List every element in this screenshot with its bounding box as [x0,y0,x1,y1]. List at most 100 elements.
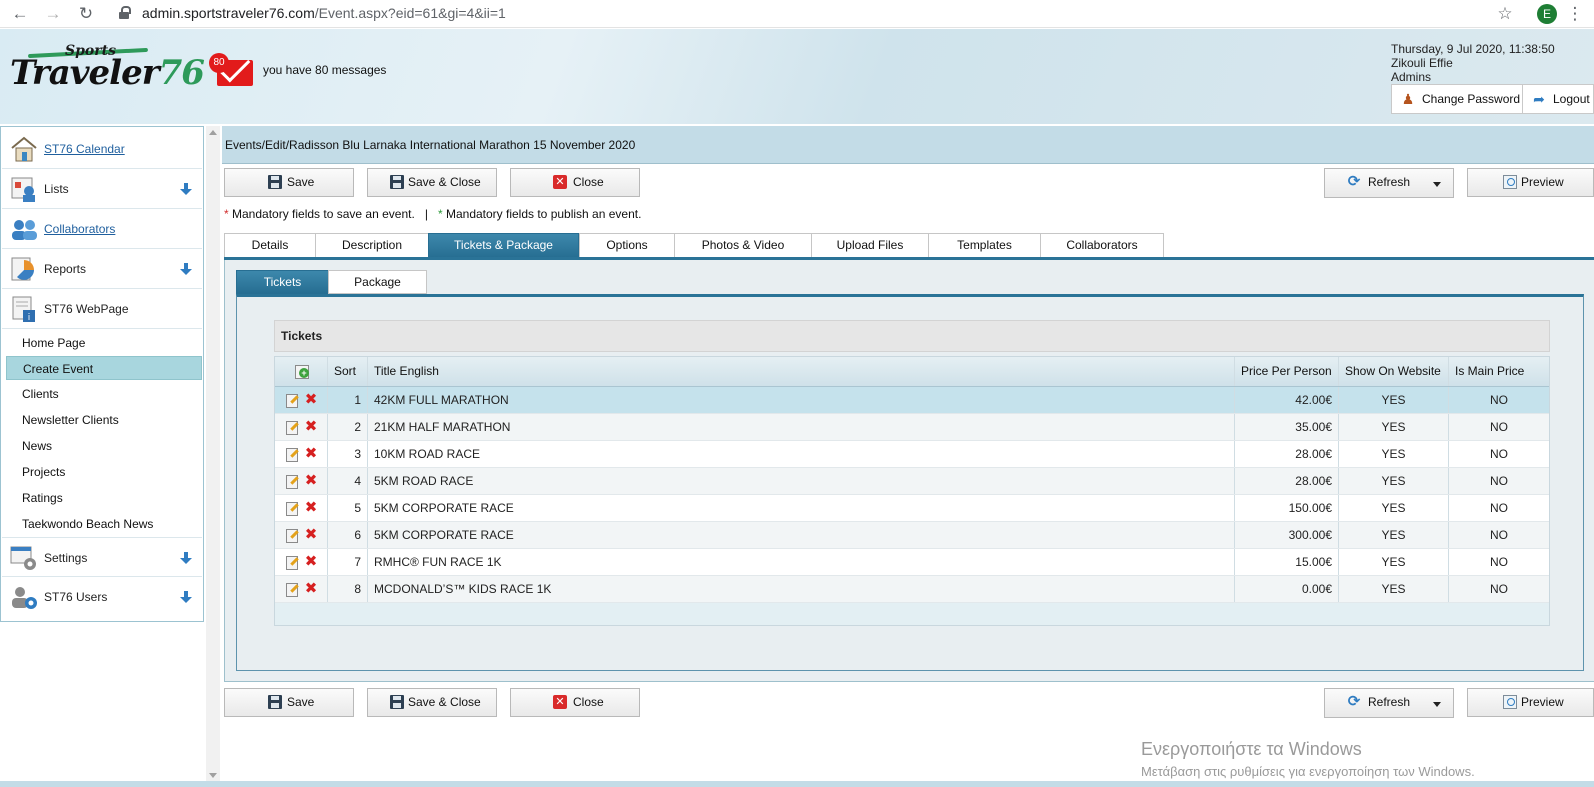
edit-pencil-icon[interactable] [286,556,298,570]
table-row[interactable]: ✖ 3 10KM ROAD RACE 28.00€ YES NO [275,441,1549,468]
sidebar-section-calendar[interactable]: ST76 Calendar [2,129,202,169]
user-key-icon: ♟ [1401,91,1415,107]
main-scrollbar[interactable] [206,126,220,782]
delete-x-icon[interactable]: ✖ [304,446,318,462]
add-ticket-icon[interactable] [295,365,309,379]
edit-pencil-icon[interactable] [286,394,298,408]
sidebar-item-projects[interactable]: Projects [6,460,202,484]
tab-collaborators[interactable]: Collaborators [1040,233,1164,258]
datetime: Thursday, 9 Jul 2020, 11:38:50 [1391,42,1555,56]
sidebar-item-home-page[interactable]: Home Page [6,331,202,355]
save-close-label: Save & Close [408,175,481,189]
sidebar-item-create-event[interactable]: Create Event [6,356,202,380]
sidebar-section-settings[interactable]: Settings [2,537,202,577]
delete-x-icon[interactable]: ✖ [304,581,318,597]
delete-x-icon[interactable]: ✖ [304,554,318,570]
menu-kebab-icon[interactable]: ⋮ [1565,4,1585,24]
refresh-label: Refresh [1368,695,1411,709]
tab-templates[interactable]: Templates [928,233,1041,258]
cell-main: NO [1490,447,1508,461]
refresh-dropdown-caret-icon[interactable] [1433,702,1441,707]
subtab-package[interactable]: Package [328,270,427,294]
subtab-tickets[interactable]: Tickets [236,270,329,294]
delete-x-icon[interactable]: ✖ [304,527,318,543]
expand-arrow-icon[interactable] [180,552,192,564]
forward-icon[interactable]: → [43,4,63,24]
row-actions: ✖ [275,549,328,575]
edit-pencil-icon[interactable] [286,583,298,597]
row-actions: ✖ [275,576,328,602]
row-actions: ✖ [275,387,328,413]
sidebar-item-news[interactable]: News [6,434,202,458]
expand-arrow-icon[interactable] [180,183,192,195]
sidebar-item-ratings[interactable]: Ratings [6,486,202,510]
svg-text:i: i [28,313,31,323]
header-sort[interactable]: Sort [328,357,368,386]
refresh-dropdown-caret-icon[interactable] [1433,182,1441,187]
header-price-per-person[interactable]: Price Per Person [1235,357,1339,386]
sidebar-item-taekwondo-beach-news[interactable]: Taekwondo Beach News [6,512,202,536]
delete-x-icon[interactable]: ✖ [304,500,318,516]
delete-x-icon[interactable]: ✖ [304,419,318,435]
sidebar-section-users[interactable]: ST76 Users [2,577,202,617]
table-row[interactable]: ✖ 4 5KM ROAD RACE 28.00€ YES NO [275,468,1549,495]
settings-icon [10,546,36,570]
scroll-down-icon[interactable] [209,773,217,778]
save-close-button[interactable]: Save & Close [367,168,497,197]
bookmark-star-icon[interactable]: ☆ [1495,4,1515,24]
tab-upload-files[interactable]: Upload Files [811,233,929,258]
sidebar-section-label: ST76 Calendar [44,142,125,156]
edit-pencil-icon[interactable] [286,448,298,462]
cell-price: 150.00€ [1235,495,1339,521]
tab-options[interactable]: Options [579,233,675,258]
sports-traveler-logo[interactable]: Sports Traveler76 [10,43,205,99]
edit-pencil-icon[interactable] [286,529,298,543]
cell-sort: 7 [328,549,368,575]
tab-photos-video[interactable]: Photos & Video [674,233,812,258]
table-row[interactable]: ✖ 6 5KM CORPORATE RACE 300.00€ YES NO [275,522,1549,549]
delete-x-icon[interactable]: ✖ [304,392,318,408]
save-button[interactable]: Save [224,168,354,197]
table-row[interactable]: ✖ 1 42KM FULL MARATHON 42.00€ YES NO [275,387,1549,414]
table-row[interactable]: ✖ 8 MCDONALD’S™ KIDS RACE 1K 0.00€ YES N… [275,576,1549,603]
header-show-on-website[interactable]: Show On Website [1339,357,1449,386]
delete-x-icon[interactable]: ✖ [304,473,318,489]
preview-button-bottom[interactable]: Preview [1467,688,1594,717]
tab-tickets-package[interactable]: Tickets & Package [428,233,579,258]
address-bar[interactable]: admin.sportstraveler76.com/Event.aspx?ei… [142,5,506,21]
tab-details[interactable]: Details [224,233,316,258]
floppy-disk-icon [390,175,404,189]
header-title-english[interactable]: Title English [368,357,1235,386]
scroll-up-icon[interactable] [209,130,217,135]
edit-pencil-icon[interactable] [286,502,298,516]
profile-avatar[interactable]: E [1537,4,1557,24]
close-button[interactable]: ✕ Close [510,168,640,197]
change-password-button[interactable]: ♟ Change Password [1391,84,1523,114]
sidebar-item-clients[interactable]: Clients [6,382,202,406]
edit-pencil-icon[interactable] [286,475,298,489]
close-button-bottom[interactable]: ✕ Close [510,688,640,717]
sidebar-item-newsletter-clients[interactable]: Newsletter Clients [6,408,202,432]
tab-description[interactable]: Description [315,233,429,258]
table-row[interactable]: ✖ 7 RMHC® FUN RACE 1K 15.00€ YES NO [275,549,1549,576]
logout-button[interactable]: ➦ Logout [1522,84,1594,114]
refresh-button-bottom[interactable]: ⟳ Refresh [1324,688,1454,718]
sidebar-section-lists[interactable]: Lists [2,169,202,209]
logout-label: Logout [1553,92,1590,106]
expand-arrow-icon[interactable] [180,263,192,275]
expand-arrow-icon[interactable] [180,591,192,603]
sidebar-section-collaborators[interactable]: Collaborators [2,209,202,249]
save-button-bottom[interactable]: Save [224,688,354,717]
header-is-main-price[interactable]: Is Main Price [1449,357,1549,386]
reload-icon[interactable]: ↻ [76,4,96,24]
save-close-button-bottom[interactable]: Save & Close [367,688,497,717]
table-row[interactable]: ✖ 2 21KM HALF MARATHON 35.00€ YES NO [275,414,1549,441]
sidebar-section-reports[interactable]: Reports [2,249,202,289]
back-icon[interactable]: ← [10,4,30,24]
grid-title: Tickets [274,320,1550,352]
sidebar-section-webpage[interactable]: i ST76 WebPage [2,289,202,329]
table-row[interactable]: ✖ 5 5KM CORPORATE RACE 150.00€ YES NO [275,495,1549,522]
edit-pencil-icon[interactable] [286,421,298,435]
refresh-button[interactable]: ⟳ Refresh [1324,168,1454,198]
preview-button[interactable]: Preview [1467,168,1594,197]
